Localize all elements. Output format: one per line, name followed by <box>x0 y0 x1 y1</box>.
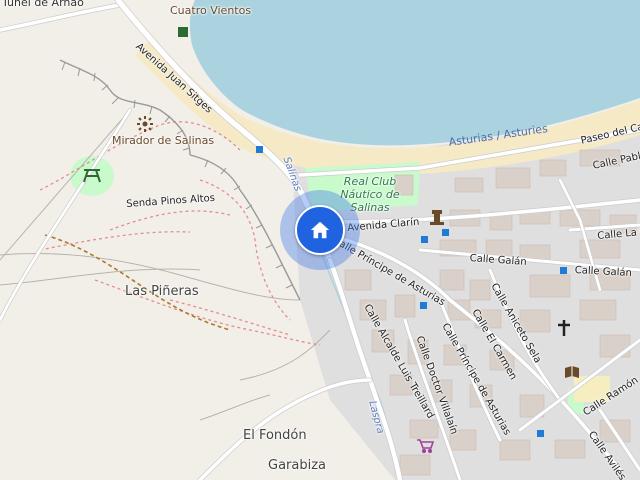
label-el-fondon: El Fondón <box>243 428 307 443</box>
label-garabiza: Garabiza <box>268 458 327 473</box>
map-view[interactable]: Túnel de Arnao Cuatro Vientos Avenida Ju… <box>0 0 640 480</box>
label-tunnel: Túnel de Arnao <box>2 0 84 9</box>
location-marker[interactable] <box>272 190 368 274</box>
label-cuatro-vientos: Cuatro Vientos <box>170 4 252 17</box>
home-pin-button[interactable] <box>295 205 345 255</box>
cuatro-vientos-icon <box>178 27 188 37</box>
viewpoint-icon <box>137 116 153 132</box>
label-mirador: Mirador de Salinas <box>112 134 215 147</box>
label-las-pineras: Las Piñeras <box>125 284 199 299</box>
home-icon <box>310 221 330 239</box>
